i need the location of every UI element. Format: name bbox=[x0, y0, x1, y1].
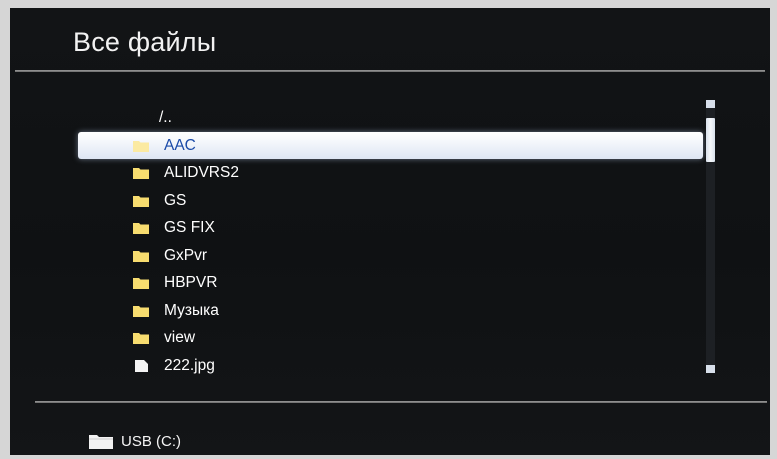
folder-list-item[interactable]: Музыка bbox=[78, 297, 703, 325]
folder-icon bbox=[133, 333, 149, 344]
folder-icon bbox=[133, 305, 149, 317]
parent-directory-item[interactable]: /.. bbox=[78, 104, 703, 132]
footer-divider bbox=[35, 401, 767, 403]
item-label: GS bbox=[164, 191, 187, 209]
folder-icon bbox=[89, 435, 113, 449]
folder-list-item[interactable]: GxPvr bbox=[78, 242, 703, 270]
file-icon bbox=[135, 359, 148, 372]
file-list-item[interactable]: 222.jpg bbox=[78, 352, 703, 380]
folder-list-item[interactable]: AAC bbox=[78, 131, 703, 159]
item-label: AAC bbox=[164, 136, 196, 154]
folder-list-item[interactable]: GS bbox=[78, 187, 703, 215]
folder-icon bbox=[133, 250, 149, 262]
device-label: USB (C:) bbox=[121, 432, 181, 450]
folder-list-item[interactable]: view bbox=[78, 324, 703, 352]
folder-icon bbox=[133, 168, 149, 179]
folder-icon bbox=[133, 195, 149, 207]
item-label: 222.jpg bbox=[164, 356, 215, 374]
file-browser-screen: Все файлы /.. AAC ALIDVRS2 GS GS FIX GxPvr HBP… bbox=[10, 8, 770, 455]
scroll-down-arrow[interactable] bbox=[706, 365, 715, 373]
folder-icon bbox=[133, 278, 149, 289]
scrollbar[interactable] bbox=[706, 100, 715, 373]
scroll-thumb[interactable] bbox=[706, 118, 715, 162]
folder-list-item[interactable]: HBPVR bbox=[78, 269, 703, 297]
header-divider bbox=[15, 70, 765, 72]
item-label: view bbox=[164, 329, 196, 346]
folder-icon bbox=[133, 140, 149, 152]
item-label: /.. bbox=[159, 109, 172, 126]
item-label: ALIDVRS2 bbox=[164, 164, 239, 181]
device-indicator: USB (C:) bbox=[88, 432, 181, 450]
file-list: /.. AAC ALIDVRS2 GS GS FIX GxPvr HBPVR Музыка vi… bbox=[78, 104, 703, 379]
item-label: GS FIX bbox=[164, 219, 215, 236]
item-label: GxPvr bbox=[164, 246, 208, 264]
folder-list-item[interactable]: ALIDVRS2 bbox=[78, 159, 703, 187]
scroll-up-arrow[interactable] bbox=[706, 100, 715, 108]
item-label: HBPVR bbox=[164, 274, 218, 291]
item-label: Музыка bbox=[164, 301, 219, 319]
page-title: Все файлы bbox=[73, 27, 217, 57]
folder-list-item[interactable]: GS FIX bbox=[78, 214, 703, 242]
folder-icon bbox=[133, 223, 149, 234]
